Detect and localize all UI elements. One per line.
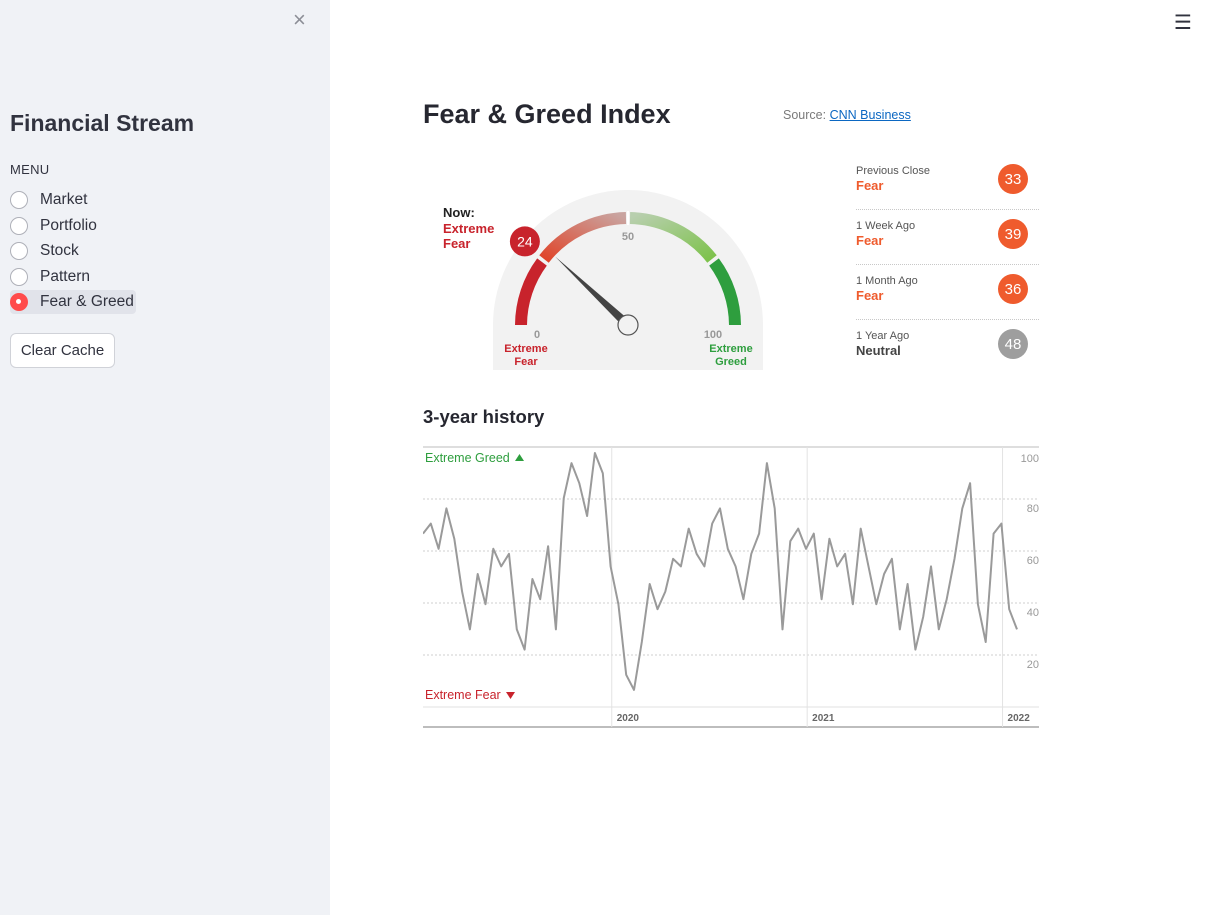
menu-item-pattern[interactable]: Pattern [10,265,136,289]
menu-item-fear-greed[interactable]: Fear & Greed [10,290,136,314]
history-list: Previous Close Fear 33 1 Week Ago Fear 3… [856,155,1039,374]
menu-label: MENU [10,162,50,177]
gauge-label-extreme-greed-1: Extreme [709,343,752,355]
radio-icon [10,242,28,260]
radio-selected-icon [10,293,28,311]
gauge-current-value: 24 [517,233,533,249]
chart-y-ticks: 20 40 60 80 100 [1021,453,1039,671]
history-status: Neutral [856,343,901,358]
down-triangle-icon [506,692,515,699]
menu-item-portfolio[interactable]: Portfolio [10,214,136,238]
fear-greed-gauge: 0 50 100 Extreme Fear Extreme Greed 24 N… [443,190,763,370]
gauge-tick-100: 100 [704,329,722,341]
chart-y-tick-label: 20 [1027,659,1039,671]
gauge-label-extreme-greed-2: Greed [715,356,747,368]
history-label: 1 Month Ago [856,275,918,287]
source-link[interactable]: CNN Business [830,108,911,122]
app-title: Financial Stream [10,110,195,136]
history-line-chart: 20 40 60 80 100 2020 2021 2022 Extreme Greed E… [423,446,1039,728]
history-status: Fear [856,178,884,193]
sidebar: × Financial Stream MENU Market Portfolio… [0,0,330,915]
history-status: Fear [856,233,884,248]
clear-cache-button[interactable]: Clear Cache [10,333,115,368]
chart-extreme-greed-label: Extreme Greed [425,451,510,465]
gauge-label-extreme-fear-2: Fear [514,356,538,368]
source-line: Source: CNN Business [783,108,911,122]
hamburger-menu-icon[interactable]: ☰ [1174,10,1192,35]
chart-y-tick-label: 80 [1027,503,1039,515]
history-row-1-week-ago: 1 Week Ago Fear 39 [856,210,1039,265]
page-title: Fear & Greed Index [423,99,671,129]
close-sidebar-icon[interactable]: × [293,9,306,31]
history-chart-title: 3-year history [423,406,545,427]
history-value-badge: 33 [998,164,1028,194]
menu-item-label: Market [40,191,88,208]
radio-icon [10,191,28,209]
gauge-label-extreme-fear-1: Extreme [504,343,547,355]
history-row-previous-close: Previous Close Fear 33 [856,155,1039,210]
menu-item-market[interactable]: Market [10,188,136,212]
menu-item-label: Pattern [40,267,90,285]
history-label: Previous Close [856,165,930,177]
radio-icon [10,216,28,235]
history-label: 1 Year Ago [856,330,910,342]
gauge-now-label: Now: [443,205,475,220]
menu-item-stock[interactable]: Stock [10,239,136,263]
gauge-now-status-1: Extreme [443,221,494,236]
gauge-needle-hub [617,314,639,336]
gauge-now-status-2: Fear [443,236,470,251]
chart-x-label: 2020 [617,713,640,724]
up-triangle-icon [515,454,524,461]
history-row-1-month-ago: 1 Month Ago Fear 36 [856,265,1039,320]
history-value-badge: 48 [998,329,1028,359]
menu-item-label: Stock [40,242,79,259]
gauge-tick-0: 0 [534,329,540,341]
chart-series-line [423,452,1018,691]
history-value-badge: 36 [998,274,1028,304]
history-status: Fear [856,288,884,303]
chart-grid [423,498,1039,656]
source-prefix: Source: [783,108,827,122]
gauge-tick-50: 50 [622,231,634,243]
menu-radio-group: Market Portfolio Stock Pattern Fear & Gr… [10,188,136,316]
chart-y-tick-label: 100 [1021,453,1039,465]
chart-y-tick-label: 60 [1027,555,1039,567]
radio-icon [10,267,28,286]
chart-y-tick-label: 40 [1027,607,1039,619]
menu-item-label: Fear & Greed [40,293,134,310]
chart-x-label: 2021 [812,713,835,724]
history-label: 1 Week Ago [856,220,916,232]
history-value-badge: 39 [998,219,1028,249]
history-row-1-year-ago: 1 Year Ago Neutral 48 [856,320,1039,374]
menu-item-label: Portfolio [40,216,97,234]
chart-extreme-fear-label: Extreme Fear [425,688,501,702]
chart-x-label: 2022 [1008,713,1031,724]
